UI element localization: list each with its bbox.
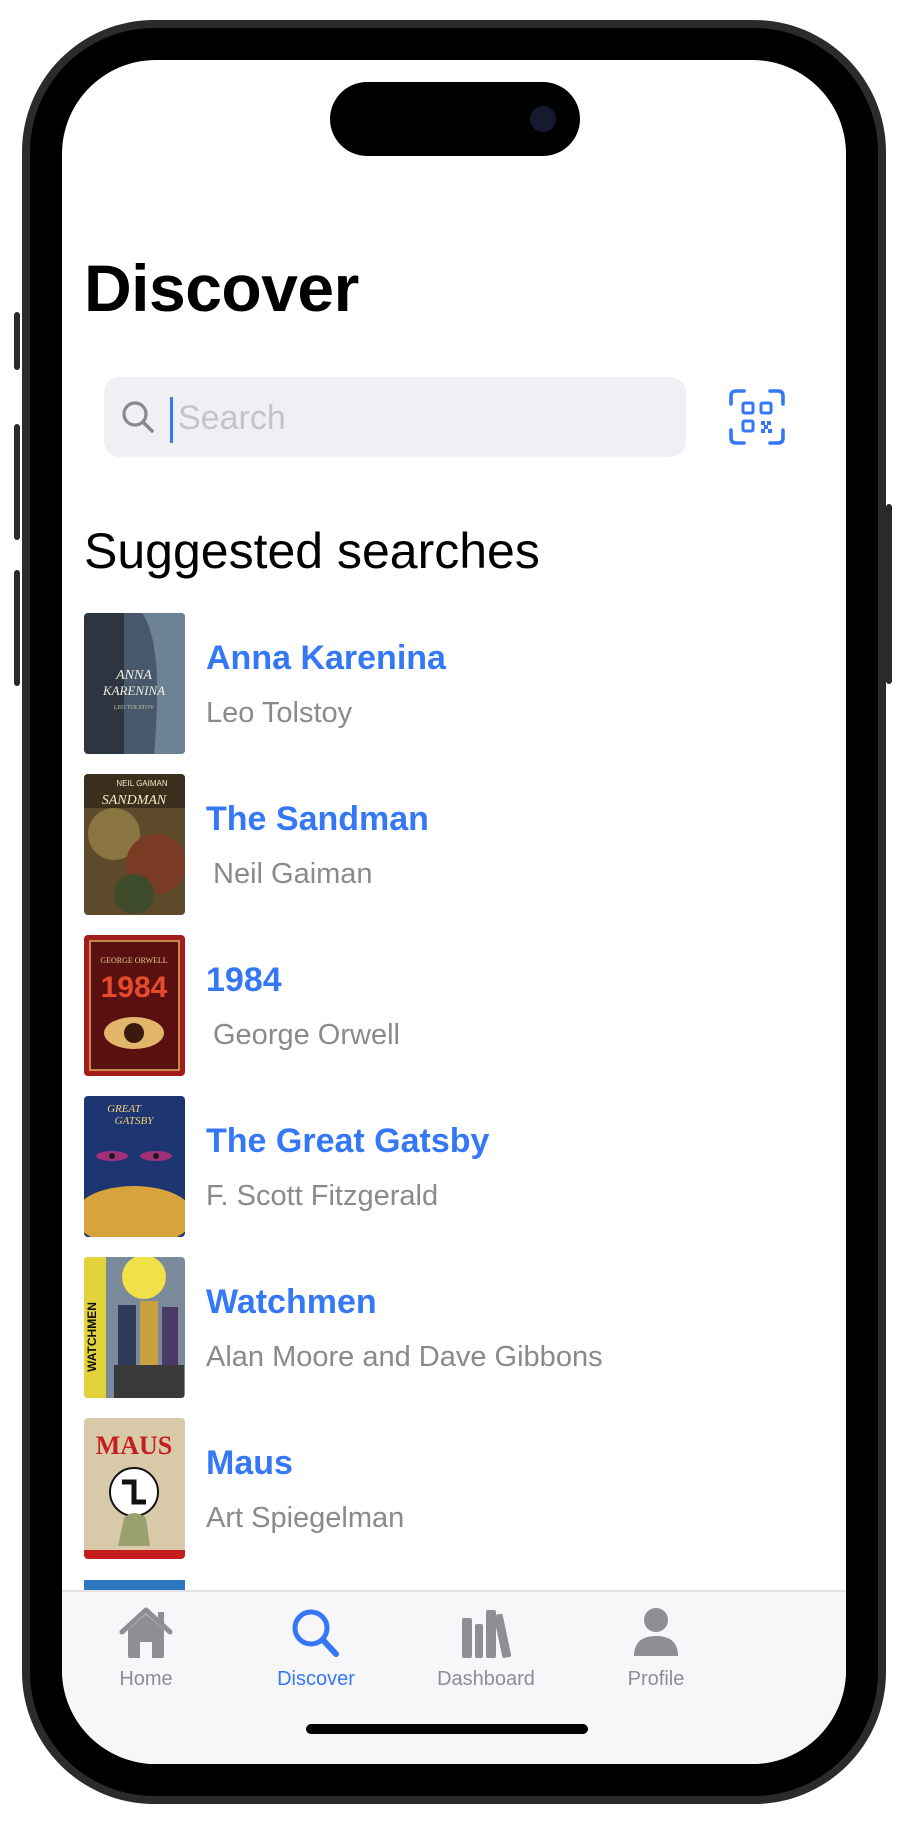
book-cover: GEORGE ORWELL 1984: [84, 935, 185, 1076]
person-icon: [634, 1608, 678, 1656]
books-icon: [462, 1610, 512, 1658]
svg-text:1984: 1984: [101, 971, 168, 1004]
book-cover: ANNA KARENINA LEO TOLSTOY: [84, 613, 185, 754]
book-cover: WATCHMEN: [84, 1257, 185, 1398]
tab-label: Dashboard: [437, 1668, 535, 1690]
list-item[interactable]: MAUS Maus Art Spiegelman: [84, 1418, 824, 1579]
dynamic-island: [330, 82, 580, 156]
book-author: Leo Tolstoy: [206, 697, 353, 729]
svg-text:NEIL GAIMAN: NEIL GAIMAN: [116, 779, 167, 788]
home-indicator[interactable]: [306, 1724, 588, 1734]
book-title: 1984: [206, 961, 282, 999]
book-title: Maus: [206, 1444, 293, 1482]
house-icon: [119, 1607, 173, 1658]
book-cover: [84, 1580, 185, 1590]
search-icon: [292, 1609, 339, 1657]
book-author: George Orwell: [213, 1019, 400, 1051]
svg-text:KARENINA: KARENINA: [102, 683, 165, 698]
tab-label: Discover: [277, 1668, 355, 1690]
svg-text:GATSBY: GATSBY: [115, 1115, 156, 1127]
tab-label: Profile: [627, 1668, 685, 1690]
volume-up-button: [14, 424, 20, 540]
svg-text:LEO TOLSTOY: LEO TOLSTOY: [114, 705, 155, 711]
svg-text:SANDMAN: SANDMAN: [102, 793, 167, 808]
page-title: Discover: [84, 251, 359, 325]
book-title: The Great Gatsby: [206, 1122, 490, 1160]
book-cover: GREAT GATSBY: [84, 1096, 185, 1237]
tab-bar: Home Discover Dashboard Profile: [62, 1590, 846, 1764]
search-bar[interactable]: [104, 377, 686, 457]
book-title: The Sandman: [206, 800, 429, 838]
camera-icon: [530, 106, 556, 132]
book-cover: MAUS: [84, 1418, 185, 1559]
list-item[interactable]: NEIL GAIMAN SANDMAN The Sandman Neil Gai…: [84, 774, 824, 935]
svg-text:GREAT: GREAT: [107, 1103, 142, 1115]
svg-text:MAUS: MAUS: [96, 1431, 173, 1460]
book-author: Art Spiegelman: [206, 1502, 405, 1534]
tab-discover[interactable]: Discover: [236, 1604, 396, 1704]
book-title: Watchmen: [206, 1283, 377, 1321]
svg-text:WATCHMEN: WATCHMEN: [85, 1302, 99, 1372]
search-icon: [122, 401, 154, 433]
tab-dashboard[interactable]: Dashboard: [406, 1604, 566, 1704]
svg-text:GEORGE ORWELL: GEORGE ORWELL: [100, 956, 167, 965]
svg-text:ANNA: ANNA: [115, 668, 152, 683]
book-cover: NEIL GAIMAN SANDMAN: [84, 774, 185, 915]
list-item[interactable]: GEORGE ORWELL 1984 1984 George Orwell: [84, 935, 824, 1096]
suggested-list: ANNA KARENINA LEO TOLSTOY Anna Karenina …: [84, 613, 824, 1579]
list-item[interactable]: GREAT GATSBY The Great Gatsby F. Scott F…: [84, 1096, 824, 1257]
volume-down-button: [14, 570, 20, 686]
book-author: Alan Moore and Dave Gibbons: [206, 1341, 603, 1373]
book-title: Anna Karenina: [206, 639, 446, 677]
book-author: F. Scott Fitzgerald: [206, 1180, 439, 1212]
tab-label: Home: [119, 1668, 173, 1690]
section-heading: Suggested searches: [84, 523, 540, 579]
power-button: [886, 504, 892, 684]
action-button: [14, 312, 20, 370]
list-item[interactable]: ANNA KARENINA LEO TOLSTOY Anna Karenina …: [84, 613, 824, 774]
search-input[interactable]: [176, 391, 660, 445]
tab-home[interactable]: Home: [66, 1604, 226, 1704]
screen: Discover Suggested searches: [62, 60, 846, 1764]
book-author: Neil Gaiman: [213, 858, 373, 890]
text-caret: [170, 397, 173, 443]
tab-profile[interactable]: Profile: [576, 1604, 736, 1704]
list-item[interactable]: WATCHMEN Watchmen Alan Moore and Dave Gi…: [84, 1257, 824, 1418]
qr-scan-icon[interactable]: [728, 388, 786, 446]
